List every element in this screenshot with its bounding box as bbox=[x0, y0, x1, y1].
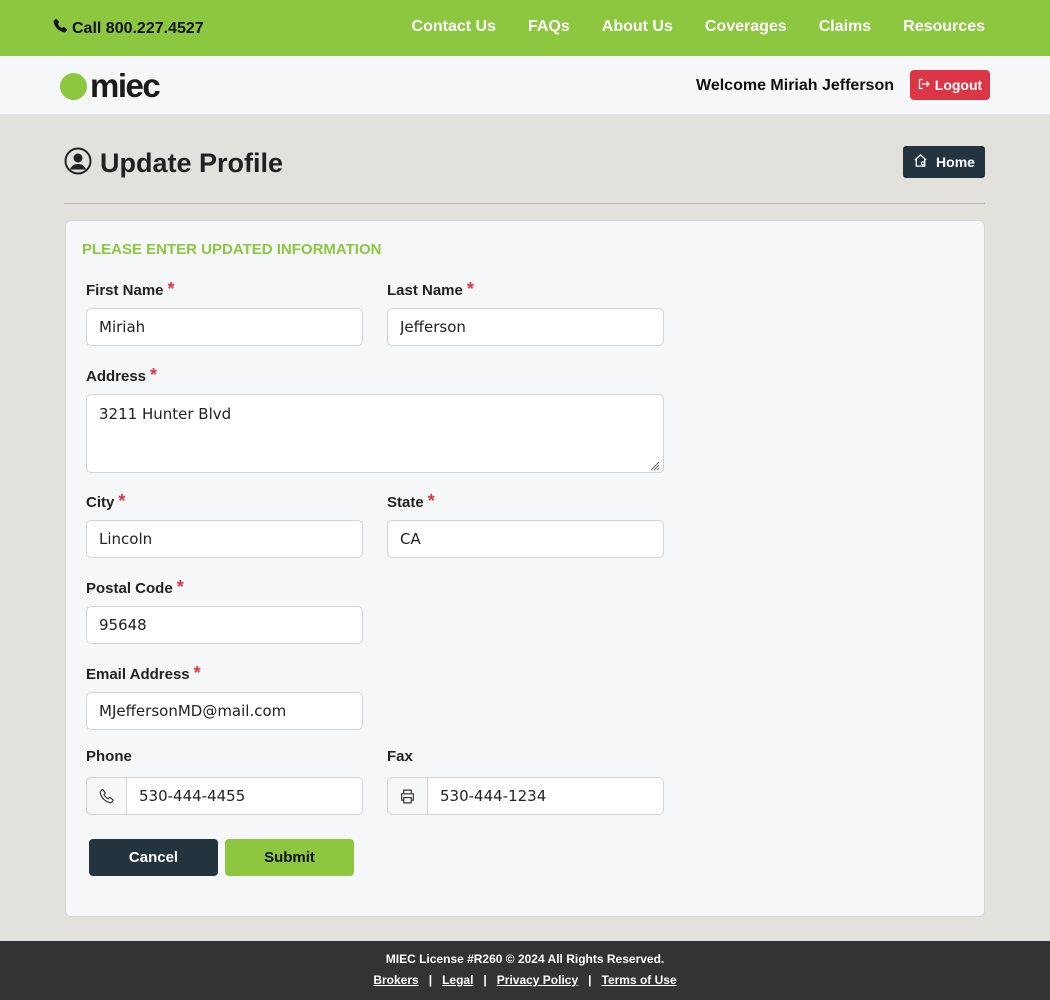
logo-wordmark: miec bbox=[90, 67, 161, 104]
state-label-text: State bbox=[387, 494, 424, 511]
state-input[interactable] bbox=[387, 520, 664, 558]
footer-separator: | bbox=[588, 973, 592, 987]
required-mark: * bbox=[150, 365, 158, 385]
logo-dot bbox=[60, 72, 87, 100]
printer-icon bbox=[388, 778, 428, 814]
footer-link-terms-of-use[interactable]: Terms of Use bbox=[602, 973, 677, 987]
logout-icon bbox=[918, 77, 930, 93]
first-name-input[interactable] bbox=[86, 308, 363, 346]
required-mark: * bbox=[193, 663, 201, 683]
email-label-text: Email Address bbox=[86, 666, 190, 683]
last-name-label: Last Name * bbox=[387, 279, 474, 300]
home-label: Home bbox=[936, 154, 975, 170]
city-label: City * bbox=[86, 491, 125, 512]
phone-input-group bbox=[86, 777, 363, 815]
nav-claims[interactable]: Claims bbox=[819, 18, 871, 36]
state-label: State * bbox=[387, 491, 435, 512]
required-mark: * bbox=[466, 279, 474, 299]
form-heading: PLEASE ENTER UPDATED INFORMATION bbox=[82, 241, 382, 258]
nav-faqs[interactable]: FAQs bbox=[528, 18, 570, 36]
site-header: miec Welcome Miriah Jefferson Logout bbox=[0, 56, 1050, 114]
miec-logo[interactable]: miec bbox=[60, 67, 161, 104]
address-label-text: Address bbox=[86, 368, 147, 385]
last-name-label-text: Last Name bbox=[387, 282, 463, 299]
city-label-text: City bbox=[86, 494, 115, 511]
copyright-text: MIEC License #R260 © 2024 All Rights Res… bbox=[385, 952, 665, 966]
resize-handle-icon[interactable] bbox=[649, 458, 660, 471]
home-button[interactable]: Home bbox=[903, 146, 985, 178]
top-bar: Call 800.227.4527 Contact Us FAQs About … bbox=[0, 0, 1050, 56]
footer-links: Brokers | Legal | Privacy Policy | Terms… bbox=[0, 973, 1050, 987]
logout-label: Logout bbox=[934, 77, 983, 93]
footer-link-brokers[interactable]: Brokers bbox=[373, 973, 418, 987]
nav-about-us[interactable]: About Us bbox=[602, 18, 673, 36]
required-mark: * bbox=[118, 491, 126, 511]
submit-button[interactable]: Submit bbox=[225, 839, 354, 876]
nav-resources[interactable]: Resources bbox=[903, 18, 985, 36]
postal-code-input[interactable] bbox=[86, 606, 363, 644]
home-icon bbox=[913, 153, 928, 171]
user-circle-icon bbox=[64, 147, 92, 180]
nav-coverages[interactable]: Coverages bbox=[705, 18, 787, 36]
required-mark: * bbox=[167, 279, 175, 299]
required-mark: * bbox=[176, 577, 184, 597]
phone-icon bbox=[87, 778, 127, 814]
page-title-text: Update Profile bbox=[100, 148, 284, 178]
cancel-button[interactable]: Cancel bbox=[89, 839, 218, 876]
last-name-input[interactable] bbox=[387, 308, 664, 346]
nav-contact-us[interactable]: Contact Us bbox=[412, 18, 496, 36]
logout-button[interactable]: Logout bbox=[910, 70, 990, 100]
title-divider bbox=[64, 203, 985, 204]
email-input[interactable] bbox=[86, 692, 363, 730]
address-textarea[interactable]: 3211 Hunter Blvd bbox=[86, 394, 664, 473]
email-label: Email Address * bbox=[86, 663, 201, 684]
profile-form-card: PLEASE ENTER UPDATED INFORMATION First N… bbox=[65, 220, 985, 917]
first-name-label: First Name * bbox=[86, 279, 175, 300]
phone-input[interactable] bbox=[127, 778, 362, 814]
site-footer: MIEC License #R260 © 2024 All Rights Res… bbox=[0, 941, 1050, 1000]
fax-label: Fax bbox=[387, 748, 413, 765]
required-mark: * bbox=[427, 491, 435, 511]
fax-input[interactable] bbox=[428, 778, 663, 814]
phone-label: Phone bbox=[86, 748, 132, 765]
footer-separator: | bbox=[428, 973, 433, 987]
city-input[interactable] bbox=[86, 520, 363, 558]
welcome-message: Welcome Miriah Jefferson bbox=[696, 77, 894, 94]
postal-code-label-text: Postal Code bbox=[86, 580, 173, 597]
call-text: Call 800.227.4527 bbox=[72, 19, 204, 37]
first-name-label-text: First Name bbox=[86, 282, 164, 299]
phone-icon bbox=[52, 18, 68, 39]
postal-code-label: Postal Code * bbox=[86, 577, 184, 598]
call-link[interactable]: Call 800.227.4527 bbox=[52, 18, 204, 39]
fax-input-group bbox=[387, 777, 664, 815]
address-label: Address * bbox=[86, 365, 157, 386]
page-title: Update Profile bbox=[64, 147, 283, 180]
footer-link-privacy-policy[interactable]: Privacy Policy bbox=[497, 973, 578, 987]
footer-separator: | bbox=[483, 973, 487, 987]
footer-link-legal[interactable]: Legal bbox=[442, 973, 473, 987]
top-nav: Contact Us FAQs About Us Coverages Claim… bbox=[412, 18, 985, 36]
